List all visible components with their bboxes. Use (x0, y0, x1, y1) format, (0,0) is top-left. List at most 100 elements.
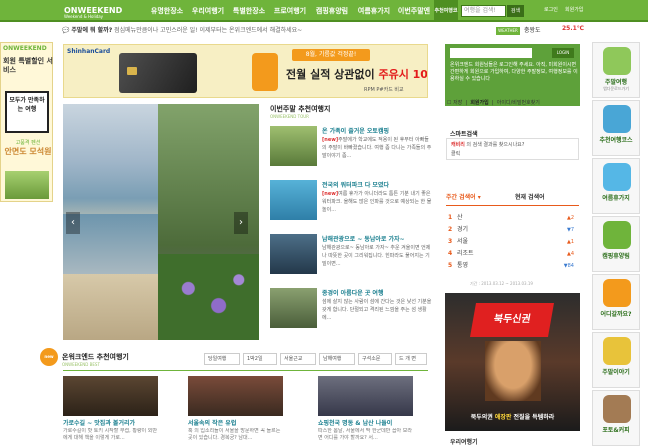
find-account-link[interactable]: 아이디/비밀번호찾기 (497, 100, 540, 106)
smart-search-result[interactable]: 클릭 (451, 151, 460, 157)
filter-hidden-spots[interactable]: 구석소문 (358, 353, 392, 365)
side-weekend-travel-button[interactable]: 주말여행 앱다운로드가기 (592, 42, 640, 98)
side-where-button[interactable]: 어디갈까요? (592, 274, 640, 330)
header-search-button[interactable]: 검색 (507, 5, 524, 17)
weekly-item-desc: [new]여름 휴가가 아니더라도 틈튼 기분 내기 좋은 워터파크. 올해도 … (322, 191, 432, 213)
side-story-button[interactable]: 주말이야기 (592, 332, 640, 388)
logo-subtext: Weekend & Holiday (64, 14, 104, 19)
nav-item-summer[interactable]: 여름휴가지 (354, 0, 394, 22)
header-search-input[interactable]: 여행을 검색! (461, 5, 506, 17)
recommend-section-subtitle: ONWEEKEND BEST (62, 362, 100, 367)
weekly-item-title[interactable]: 남해관광으로 ~ 동남아로 가자~ (322, 234, 432, 243)
main-slideshow-image[interactable] (63, 104, 259, 340)
smart-search-box: 캐비리 의 검색 결과를 찾으시나요? 클릭 (446, 138, 579, 160)
recommend-item-thumbnail[interactable] (188, 376, 283, 416)
weekly-item[interactable]: 온 가족이 즐거운 오토캠핑 [new]주말에가 학교에도 적용이 된 후부터 … (270, 126, 432, 178)
recommend-section-title: 온워크엔드 추천여행기 (62, 353, 129, 361)
recommend-item[interactable]: 쇼핑천국 명동 & 남산 나들이 따스한 봄날, 서울에서 딱 한군데만 꼽아 … (318, 376, 413, 446)
nav-item-famous-places[interactable]: 유명한장소 (147, 0, 187, 22)
notice-question: 주말에 뭐 할까? (71, 27, 113, 34)
ranking-row[interactable]: 4 리조트 ▲4 (448, 248, 576, 260)
card-ad-banner[interactable]: ShinhanCard 8월, 기름값 걱정끝! 전월 실적 상관없이 주유시 … (63, 44, 428, 98)
filter-south-sea[interactable]: 남해여행 (319, 353, 355, 365)
left-ad-stamp: 모두가 만족하는 여행 (5, 91, 49, 133)
weekly-item-thumbnail[interactable] (270, 234, 317, 274)
poster-logo: 북두신권 (470, 303, 554, 337)
our-travel-section-title: 우리여행기 (450, 439, 478, 446)
ranking-change: ▲4 (566, 251, 574, 257)
recommend-item-title[interactable]: 서울속의 작은 유럽 (188, 418, 283, 427)
ranking-word[interactable]: 통영 (457, 262, 468, 269)
ranking-word[interactable]: 서울 (457, 238, 468, 245)
ranking-change: ▼7 (566, 227, 574, 233)
weekly-item-desc: 섬에 살지 않는 사람이 섬에 간다는 것은 낯선 기분을 갖게 합니다. 단절… (322, 299, 432, 321)
weekly-item-title[interactable]: 전국의 워터파크 다 모였다 (322, 180, 432, 189)
recommend-item-title[interactable]: 가로수길 ~ 맛집과 볼거리가 (63, 418, 158, 427)
nav-item-this-weekend[interactable]: 이번주말엔 (395, 0, 433, 22)
left-ad-banner[interactable]: ONWEEKEND 회원 특별할인 서비스 모두가 만족하는 여행 고품격 펜션… (0, 42, 53, 202)
nav-item-pro-travel[interactable]: 프로여행기 (270, 0, 310, 22)
recommend-item-title[interactable]: 쇼핑천국 명동 & 남산 나들이 (318, 418, 413, 427)
filter-misc[interactable]: 드 개 면 (395, 353, 427, 365)
join-link[interactable]: 회원가입 (470, 100, 488, 106)
header-join-link[interactable]: 회원가입 (565, 6, 583, 13)
slide-prev-arrow-icon[interactable]: ‹ (66, 212, 80, 234)
login-id-input[interactable] (450, 48, 532, 58)
recommend-item-thumbnail[interactable] (318, 376, 413, 416)
filter-day-trip[interactable]: 당일여행 (204, 353, 240, 365)
weekly-item[interactable]: 남해관광으로 ~ 동남아로 가자~ 남해관광으로~ 동남아로 가자~ 추운 겨울… (270, 234, 432, 286)
left-ad-logo: ONWEEKEND (3, 45, 47, 52)
weekly-item-title[interactable]: 온 가족이 즐거운 오토캠핑 (322, 126, 432, 135)
login-options: ☐ 저장 | 회원가입 | 아이디/비밀번호찾기 (447, 100, 540, 106)
smart-search-keyword[interactable]: 캐비리 (451, 142, 465, 148)
nav-item-our-travel[interactable]: 우리여행기 (188, 0, 228, 22)
weekly-item-thumbnail[interactable] (270, 288, 317, 328)
recommend-item-thumbnail[interactable] (63, 376, 158, 416)
header-login-link[interactable]: 로그인 (544, 6, 558, 13)
recommend-divider (63, 370, 428, 371)
side-course-button[interactable]: 추천여행코스 (592, 100, 640, 156)
ranking-row[interactable]: 5 통영 ▼84 (448, 260, 576, 272)
recommend-item-desc: 가로수길이 핫 토키 시작할 무렵, 황량이 외딴에게 대해 책을 이렇게 가로… (63, 428, 157, 441)
notice-bar: 💬 주말에 뭐 할까? 점심메뉴만큼이나 고민스러운 일! 이제부터는 온위크엔… (62, 24, 412, 38)
ranking-row[interactable]: 2 경기 ▼7 (448, 224, 576, 236)
car-icon (603, 47, 631, 75)
ranking-word[interactable]: 산 (457, 214, 463, 221)
tab-weekly-keywords[interactable]: 주간 검색어 ▾ (446, 192, 506, 204)
login-button[interactable]: LOGIN (552, 48, 574, 58)
ranking-row[interactable]: 3 서울 ▲1 (448, 236, 576, 248)
filter-overnight[interactable]: 1박2일 (243, 353, 277, 365)
map-icon (603, 105, 631, 133)
ranking-word[interactable]: 경기 (457, 226, 468, 233)
weekly-item[interactable]: 종경이 아름다운 곳 여행 섬에 살지 않는 사람이 섬에 간다는 것은 낯선 … (270, 288, 432, 340)
side-summer-button[interactable]: 여름휴가지 (592, 158, 640, 214)
nav-item-special-places[interactable]: 특별한장소 (229, 0, 269, 22)
weather-city[interactable]: 충왕도 (524, 25, 541, 34)
ranking-word[interactable]: 리조트 (457, 250, 474, 257)
save-checkbox[interactable]: ☐ (447, 100, 451, 106)
filter-seoul-suburbs[interactable]: 서울근교 (280, 353, 316, 365)
ranking-row[interactable]: 1산 ▲2 (448, 212, 576, 224)
side-camping-button[interactable]: 캠핑휴양림 (592, 216, 640, 272)
weekly-item-thumbnail[interactable] (270, 180, 317, 220)
recommend-item[interactable]: 가로수길 ~ 맛집과 볼거리가 가로수길이 핫 토키 시작할 무렵, 황량이 외… (63, 376, 158, 446)
ranking-change: ▼84 (563, 263, 574, 269)
slide-next-arrow-icon[interactable]: › (234, 212, 248, 234)
weekly-section-title: 이번주말 추천여행지 (270, 105, 331, 113)
site-logo[interactable]: ONWEEKEND Weekend & Holiday (64, 3, 144, 19)
weekly-item[interactable]: 전국의 워터파크 다 모였다 [new]여름 휴가가 아니더라도 틈튼 기분 내… (270, 180, 432, 232)
poster-figure (485, 341, 541, 401)
nav-item-recommended-course[interactable]: 추천여행코스 (434, 0, 458, 36)
recommend-item[interactable]: 서울속의 작은 유럽 혹 의 입소리들이 서울을 방문하면 꼭 들르는 곳이 있… (188, 376, 283, 446)
tab-current-keywords[interactable]: 현재 검색어 (515, 192, 575, 204)
banner-brand: ShinhanCard (67, 48, 111, 55)
smart-search-title: 스마트검색 (450, 131, 478, 138)
comic-ad-poster[interactable]: 북두신권 북두의권 애장판 전질을 득템하라 (445, 293, 580, 431)
side-photo-button[interactable]: 포토&커피 (592, 390, 640, 446)
banner-badge: 8월, 기름값 걱정끝! (292, 49, 370, 61)
notice-text: 점심메뉴만큼이나 고민스러운 일! 이제부터는 온위크엔드에서 해결하세요~ (114, 27, 303, 34)
new-badge: new (40, 348, 58, 366)
weekly-item-title[interactable]: 종경이 아름다운 곳 여행 (322, 288, 432, 297)
weekly-item-thumbnail[interactable] (270, 126, 317, 166)
nav-item-camping[interactable]: 캠핑휴양림 (311, 0, 353, 22)
